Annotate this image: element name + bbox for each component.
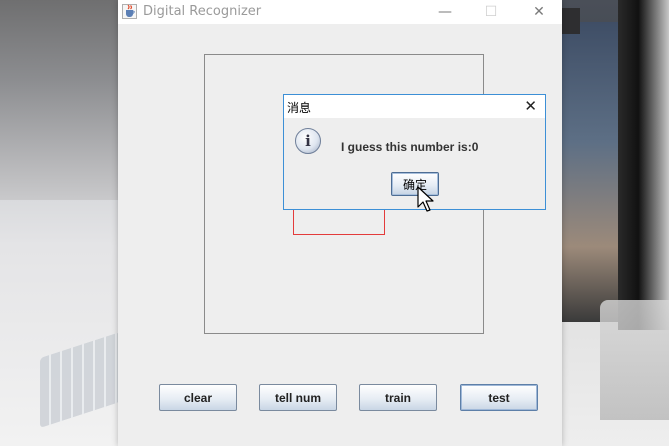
title-bar[interactable]: Digital Recognizer — ☐ ✕ <box>118 0 562 24</box>
background-dark-block <box>562 8 580 34</box>
keyboard-image <box>40 332 120 428</box>
message-dialog: 消息 ✕ i I guess this number is:0 确定 <box>283 94 546 210</box>
monitor-screen-image <box>562 22 620 322</box>
monitor-bezel-image <box>618 0 669 330</box>
dialog-message: I guess this number is:0 <box>341 140 479 154</box>
java-cup-icon <box>122 4 137 19</box>
train-button[interactable]: train <box>359 384 437 411</box>
test-button[interactable]: test <box>460 384 538 411</box>
clear-button[interactable]: clear <box>159 384 237 411</box>
minimize-icon: — <box>438 4 452 20</box>
mouse-cursor-icon <box>417 186 434 212</box>
window-title: Digital Recognizer <box>143 4 262 19</box>
close-icon: ✕ <box>533 4 545 20</box>
minimize-button[interactable]: — <box>422 0 468 24</box>
dialog-title: 消息 <box>287 101 312 115</box>
dialog-title-bar[interactable]: 消息 ✕ <box>284 95 545 118</box>
dialog-close-icon[interactable]: ✕ <box>524 97 537 115</box>
maximize-icon: ☐ <box>484 4 498 20</box>
tell-num-button[interactable]: tell num <box>259 384 337 411</box>
info-icon: i <box>295 128 321 154</box>
info-icon-glyph: i <box>305 132 311 150</box>
main-window: Digital Recognizer — ☐ ✕ clear tell num … <box>118 0 562 446</box>
close-button[interactable]: ✕ <box>516 0 562 24</box>
maximize-button[interactable]: ☐ <box>468 0 514 24</box>
monitor-stand-image <box>600 300 669 420</box>
desktop-background-left <box>0 0 118 200</box>
